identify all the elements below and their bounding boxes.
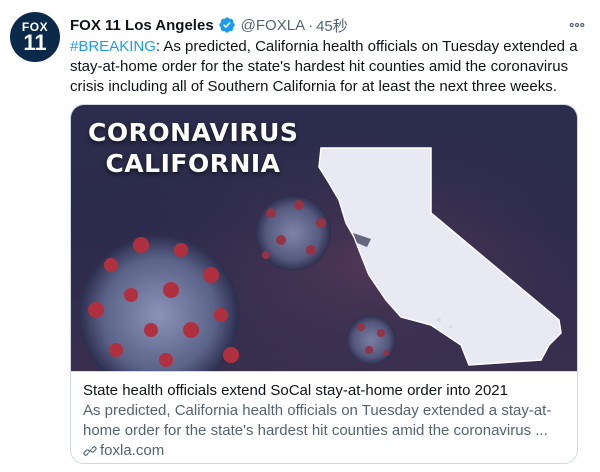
verified-badge-icon bbox=[218, 17, 235, 33]
tweet-header: FOX 11 Los Angeles @FOXLA · 45秒 bbox=[70, 14, 590, 36]
card-domain[interactable]: foxla.com bbox=[83, 441, 567, 461]
virus-illustration-medium bbox=[255, 195, 331, 271]
tweet-text: #BREAKING: As predicted, California heal… bbox=[70, 37, 582, 97]
image-headline-line1: CORONAVIRUS bbox=[88, 118, 299, 147]
card-title[interactable]: State health officials extend SoCal stay… bbox=[83, 381, 567, 401]
card-domain-text: foxla.com bbox=[100, 442, 165, 459]
link-card[interactable]: CORONAVIRUS CALIFORNIA State health offi… bbox=[70, 104, 578, 464]
tweet-timestamp[interactable]: 45秒 bbox=[316, 15, 348, 36]
user-handle[interactable]: @FOXLA bbox=[241, 17, 305, 34]
more-options-icon[interactable] bbox=[566, 14, 588, 36]
image-headline-line2: CALIFORNIA bbox=[105, 149, 281, 178]
hashtag-link[interactable]: #BREAKING bbox=[70, 38, 156, 55]
link-icon bbox=[83, 446, 97, 456]
separator-dot: · bbox=[308, 16, 314, 34]
card-body[interactable]: State health officials extend SoCal stay… bbox=[71, 371, 577, 463]
avatar-logo-number: 11 bbox=[23, 29, 47, 55]
virus-illustration-small bbox=[346, 315, 396, 365]
avatar[interactable]: FOX 11 bbox=[10, 12, 60, 62]
card-description: As predicted, California health official… bbox=[83, 402, 552, 439]
card-image[interactable]: CORONAVIRUS CALIFORNIA bbox=[71, 105, 577, 371]
display-name[interactable]: FOX 11 Los Angeles bbox=[70, 17, 214, 34]
